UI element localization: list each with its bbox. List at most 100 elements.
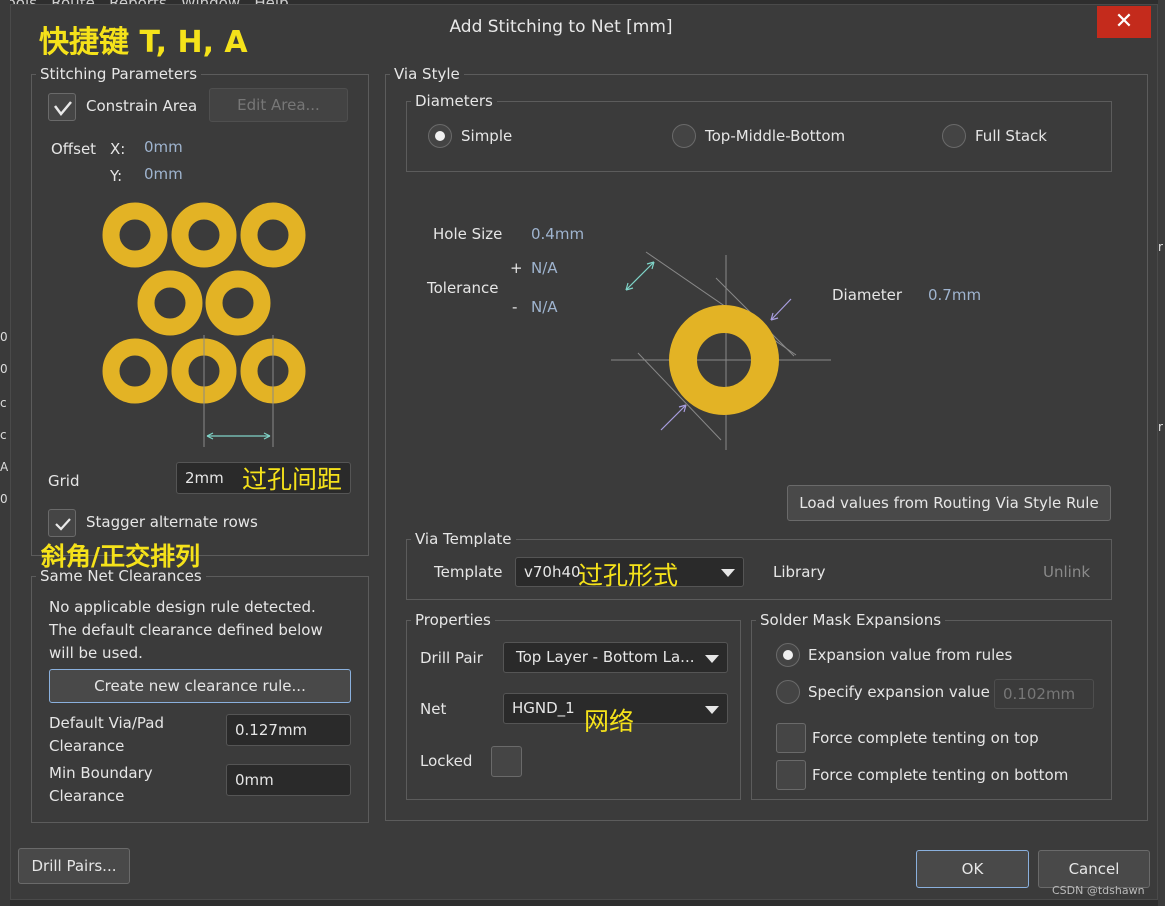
via-spacing-annotation: 过孔间距 <box>242 465 343 494</box>
full-stack-label: Full Stack <box>975 127 1047 145</box>
offset-x-value[interactable]: 0mm <box>144 138 183 156</box>
offset-y-label: Y: <box>110 167 123 185</box>
cancel-button[interactable]: Cancel <box>1038 850 1150 888</box>
tent-top-label: Force complete tenting on top <box>812 729 1039 747</box>
solder-mask-expansions-label: Solder Mask Expansions <box>756 611 946 629</box>
close-button[interactable]: ✕ <box>1097 6 1151 38</box>
stagger-annotation: 斜角/正交排列 <box>41 542 201 571</box>
min-boundary-input[interactable]: 0mm <box>226 764 351 796</box>
default-clearance-label: Clearance <box>49 737 125 755</box>
via-template-label: Via Template <box>411 530 516 548</box>
check-icon <box>55 518 71 531</box>
tent-top-checkbox[interactable] <box>776 723 806 753</box>
diameters-group: Diameters Simple Top-Middle-Bottom Full … <box>406 92 1112 172</box>
locked-checkbox[interactable] <box>491 746 522 777</box>
default-clearance-input[interactable]: 0.127mm <box>226 714 351 746</box>
bg-left-char: 0 <box>0 330 8 344</box>
drill-pair-select-value: Top Layer - Bottom La... <box>516 648 695 666</box>
bg-right-char: r <box>1158 240 1163 254</box>
load-routing-via-style-button[interactable]: Load values from Routing Via Style Rule <box>787 485 1111 521</box>
unlink-button[interactable]: Unlink <box>1043 563 1090 581</box>
tolerance-label: Tolerance <box>427 279 499 297</box>
offset-x-label: X: <box>110 140 126 158</box>
drill-pairs-button[interactable]: Drill Pairs... <box>18 848 130 884</box>
via-pad <box>137 270 203 336</box>
drill-pair-select[interactable]: Top Layer - Bottom La... <box>503 642 728 673</box>
via-pad <box>205 270 271 336</box>
via-form-annotation: 过孔形式 <box>578 561 679 590</box>
via-pad <box>102 202 168 268</box>
expansion-from-rules-label: Expansion value from rules <box>808 646 1013 664</box>
expansion-from-rules-radio[interactable] <box>776 643 800 667</box>
bg-right-char: r <box>1158 420 1163 434</box>
specify-expansion-label: Specify expansion value <box>808 683 990 701</box>
csdn-watermark: CSDN @tdshawn <box>1052 884 1145 897</box>
constrain-area-label: Constrain Area <box>86 97 198 115</box>
check-icon <box>54 101 72 117</box>
diameter-arrow <box>660 404 687 431</box>
diameters-label: Diameters <box>411 92 497 110</box>
via-dimension-diagram <box>611 251 831 450</box>
background-left-panel: 0 0 c c A 0 <box>0 0 10 906</box>
properties-label: Properties <box>411 611 495 629</box>
via-pad <box>240 202 306 268</box>
simple-radio[interactable] <box>428 124 452 148</box>
net-select-value: HGND_1 <box>512 699 575 717</box>
offset-label: Offset <box>51 140 97 158</box>
solder-mask-expansions-group: Solder Mask Expansions Expansion value f… <box>751 611 1112 800</box>
tent-bottom-label: Force complete tenting on bottom <box>812 766 1069 784</box>
locked-label: Locked <box>420 752 473 770</box>
chevron-down-icon <box>721 569 735 577</box>
stitching-parameters-label: Stitching Parameters <box>36 65 202 83</box>
template-label: Template <box>434 563 503 581</box>
add-stitching-dialog: Add Stitching to Net [mm] ✕ Stitching Pa… <box>10 4 1158 900</box>
bg-left-char: c <box>0 428 7 442</box>
template-select-value: v70h40 <box>524 563 581 581</box>
stitching-preview-diagram <box>102 202 306 447</box>
bg-left-char: A <box>0 460 9 474</box>
diameter-arrow <box>770 298 792 321</box>
shortcut-annotation: 快捷键 T, H, A <box>39 25 248 60</box>
hole-size-label: Hole Size <box>433 225 503 243</box>
tolerance-minus-value[interactable]: N/A <box>531 298 558 316</box>
diameter-value[interactable]: 0.7mm <box>928 286 981 304</box>
tent-bottom-checkbox[interactable] <box>776 760 806 790</box>
hole-size-value[interactable]: 0.4mm <box>531 225 584 243</box>
net-annotation: 网络 <box>584 707 635 736</box>
chevron-down-icon <box>705 654 719 663</box>
via-template-group: Via Template Template v70h40 Library Unl… <box>406 530 1112 600</box>
edit-area-button[interactable]: Edit Area... <box>209 88 348 122</box>
min-boundary-label: Clearance <box>49 787 125 805</box>
ok-button[interactable]: OK <box>916 850 1029 888</box>
via-style-group: Via Style Diameters Simple Top-Middle-Bo… <box>385 65 1148 821</box>
tolerance-plus-sign: + <box>510 259 523 277</box>
chevron-down-icon <box>705 705 719 714</box>
top-middle-bottom-label: Top-Middle-Bottom <box>705 127 846 145</box>
drill-pair-label: Drill Pair <box>420 649 483 667</box>
bg-left-char: 0 <box>0 492 8 506</box>
via-pad <box>171 202 237 268</box>
stagger-rows-label: Stagger alternate rows <box>86 513 258 531</box>
simple-label: Simple <box>461 127 513 145</box>
default-clearance-label: Default Via/Pad <box>49 714 165 732</box>
bg-left-char: 0 <box>0 362 8 376</box>
hole-size-arrow <box>625 261 655 291</box>
clearance-message-line: The default clearance defined below <box>49 621 323 639</box>
stagger-rows-checkbox[interactable] <box>48 509 76 537</box>
grid-label: Grid <box>48 472 80 490</box>
diameter-label: Diameter <box>832 286 903 304</box>
create-clearance-rule-button[interactable]: Create new clearance rule... <box>49 669 351 703</box>
background-right-panel: r r <box>1158 0 1165 906</box>
clearance-message-line: No applicable design rule detected. <box>49 598 316 616</box>
close-icon: ✕ <box>1114 9 1134 34</box>
net-label: Net <box>420 700 447 718</box>
full-stack-radio[interactable] <box>942 124 966 148</box>
specify-expansion-input[interactable]: 0.102mm <box>994 679 1094 709</box>
offset-y-value[interactable]: 0mm <box>144 165 183 183</box>
via-style-label: Via Style <box>390 65 464 83</box>
constrain-area-checkbox[interactable] <box>48 93 76 121</box>
tolerance-plus-value[interactable]: N/A <box>531 259 558 277</box>
bg-left-char: c <box>0 396 7 410</box>
specify-expansion-radio[interactable] <box>776 680 800 704</box>
top-middle-bottom-radio[interactable] <box>672 124 696 148</box>
